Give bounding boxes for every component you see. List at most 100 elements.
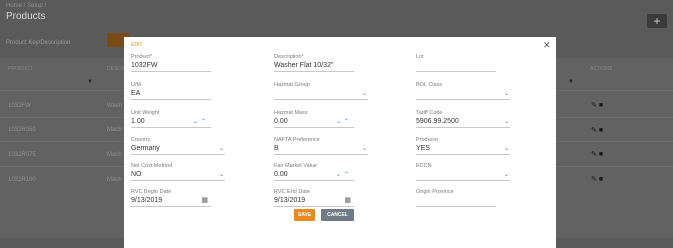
unit-weight-input[interactable]: 1.00 ⌄⌃ <box>131 117 211 128</box>
column-header-product[interactable]: PRODUCT <box>8 66 33 72</box>
field-label: Origin Province <box>416 189 454 195</box>
rvc-begin-date-field[interactable]: RVC Begin Date 9/13/2019 ▦ <box>131 189 211 207</box>
page-title: Products <box>6 11 46 22</box>
row-actions[interactable]: ✎ ■ <box>591 101 603 109</box>
field-label: ECCN <box>416 163 432 169</box>
field-label: Unit Weight <box>131 110 160 116</box>
tariff-code-select[interactable]: 5906.99.2500 ⌄ <box>416 117 510 128</box>
table-cell-product: 1032R075 <box>8 152 36 158</box>
field-label: Country <box>131 137 151 143</box>
eccn-field[interactable]: ECCN ⌄ <box>416 163 510 181</box>
search-input[interactable]: Product Key/Description <box>6 40 70 46</box>
field-label: BOL Class <box>416 82 443 88</box>
field-label: Hazmat Mass <box>274 110 308 116</box>
field-label: Product* <box>131 54 153 60</box>
hazmat-group-select[interactable]: ⌄ <box>274 89 368 100</box>
chevron-down-icon[interactable]: ⌄ <box>362 89 367 99</box>
nafta-preference-field[interactable]: NAFTA Preference B ⌄ <box>274 137 368 155</box>
stepper-icon[interactable]: ⌄⌃ <box>336 170 352 180</box>
field-label: U/M <box>131 82 142 88</box>
delete-icon[interactable]: ■ <box>599 102 603 109</box>
table-cell-description: Mach <box>107 127 122 133</box>
column-header-description[interactable]: DESCR <box>107 66 125 72</box>
edit-icon[interactable]: ✎ <box>591 151 597 158</box>
add-product-button[interactable]: + <box>647 14 667 28</box>
tariff-code-field[interactable]: Tariff Code 5906.99.2500 ⌄ <box>416 110 510 128</box>
row-actions[interactable]: ✎ ■ <box>591 150 603 158</box>
producer-field[interactable]: Producer YES ⌄ <box>416 137 510 155</box>
stepper-icon[interactable]: ⌄⌃ <box>193 117 209 127</box>
description-input[interactable]: Washer Flat 10/32" <box>274 61 354 72</box>
uom-field[interactable]: U/M EA <box>131 82 211 100</box>
edit-icon[interactable]: ✎ <box>591 127 597 134</box>
delete-icon[interactable]: ■ <box>599 127 603 134</box>
field-label: Producer <box>416 137 439 143</box>
fair-market-value-field[interactable]: Fair Market Value 0.00 ⌄⌃ <box>274 163 354 181</box>
hazmat-mass-field[interactable]: Hazmat Mass 0.00 ⌄⌃ <box>274 110 354 128</box>
table-cell-product: 1032R100 <box>8 177 36 183</box>
close-icon[interactable]: ✕ <box>543 40 551 51</box>
column-header-actions: ACTIONS <box>590 66 613 72</box>
chevron-down-icon[interactable]: ⌄ <box>504 89 509 99</box>
field-label: Lot <box>416 54 424 60</box>
eccn-select[interactable]: ⌄ <box>416 170 510 181</box>
producer-select[interactable]: YES ⌄ <box>416 144 510 155</box>
net-cost-method-select[interactable]: NO ⌄ <box>131 170 225 181</box>
field-label: NAFTA Preference <box>274 137 320 143</box>
fair-market-value-input[interactable]: 0.00 ⌄⌃ <box>274 170 354 181</box>
nafta-preference-select[interactable]: B ⌄ <box>274 144 368 155</box>
table-cell-description: Mach <box>107 152 122 158</box>
field-label: Tariff Code <box>416 110 443 116</box>
country-field[interactable]: Country Germany ⌄ <box>131 137 225 155</box>
filter-icon[interactable]: ▼ <box>87 79 93 85</box>
rvc-end-date-input[interactable]: 9/13/2019 ▦ <box>274 196 354 207</box>
rvc-begin-date-input[interactable]: 9/13/2019 ▦ <box>131 196 211 207</box>
field-label: Net Cost Method <box>131 163 173 169</box>
cancel-button[interactable]: CANCEL <box>321 209 354 221</box>
table-cell-product: 1032R050 <box>8 127 36 133</box>
rvc-end-date-field[interactable]: RVC End Date 9/13/2019 ▦ <box>274 189 354 207</box>
chevron-down-icon[interactable]: ⌄ <box>504 117 509 127</box>
save-button[interactable]: SAVE <box>294 209 315 221</box>
origin-province-input[interactable] <box>416 196 496 207</box>
row-actions[interactable]: ✎ ■ <box>591 126 603 134</box>
chevron-down-icon[interactable]: ⌄ <box>219 144 224 154</box>
edit-icon[interactable]: ✎ <box>591 176 597 183</box>
table-cell-description: Mach <box>107 177 122 183</box>
field-label: RVC End Date <box>274 189 310 195</box>
breadcrumb[interactable]: Home / Setup / <box>6 3 46 9</box>
description-field[interactable]: Description* Washer Flat 10/32" <box>274 54 354 72</box>
unit-weight-field[interactable]: Unit Weight 1.00 ⌄⌃ <box>131 110 211 128</box>
bol-class-field[interactable]: BOL Class ⌄ <box>416 82 510 100</box>
lot-input[interactable] <box>416 61 496 72</box>
net-cost-method-field[interactable]: Net Cost Method NO ⌄ <box>131 163 225 181</box>
calendar-icon[interactable]: ▦ <box>344 196 351 206</box>
field-label: Hazmat Group <box>274 82 310 88</box>
uom-input[interactable]: EA <box>131 89 211 100</box>
product-field[interactable]: Product* 1032FW <box>131 54 211 72</box>
product-input[interactable]: 1032FW <box>131 61 211 72</box>
stepper-icon[interactable]: ⌄⌃ <box>336 117 352 127</box>
hazmat-mass-input[interactable]: 0.00 ⌄⌃ <box>274 117 354 128</box>
delete-icon[interactable]: ■ <box>599 151 603 158</box>
table-cell-description: Wash <box>107 103 123 109</box>
field-label: Fair Market Value <box>274 163 317 169</box>
table-cell-product: 1032FW <box>8 103 31 109</box>
hazmat-group-field[interactable]: Hazmat Group ⌄ <box>274 82 368 100</box>
country-select[interactable]: Germany ⌄ <box>131 144 225 155</box>
delete-icon[interactable]: ■ <box>599 176 603 183</box>
calendar-icon[interactable]: ▦ <box>201 196 208 206</box>
chevron-down-icon[interactable]: ⌄ <box>362 144 367 154</box>
filter-icon[interactable]: ▼ <box>568 79 574 85</box>
edit-icon[interactable]: ✎ <box>591 102 597 109</box>
bol-class-select[interactable]: ⌄ <box>416 89 510 100</box>
modal-title: EDIT <box>131 42 143 48</box>
lot-field[interactable]: Lot <box>416 54 496 72</box>
chevron-down-icon[interactable]: ⌄ <box>219 170 224 180</box>
chevron-down-icon[interactable]: ⌄ <box>504 144 509 154</box>
field-label: RVC Begin Date <box>131 189 172 195</box>
field-label: Description* <box>274 54 304 60</box>
chevron-down-icon[interactable]: ⌄ <box>504 170 509 180</box>
row-actions[interactable]: ✎ ■ <box>591 175 603 183</box>
origin-province-field[interactable]: Origin Province <box>416 189 496 207</box>
